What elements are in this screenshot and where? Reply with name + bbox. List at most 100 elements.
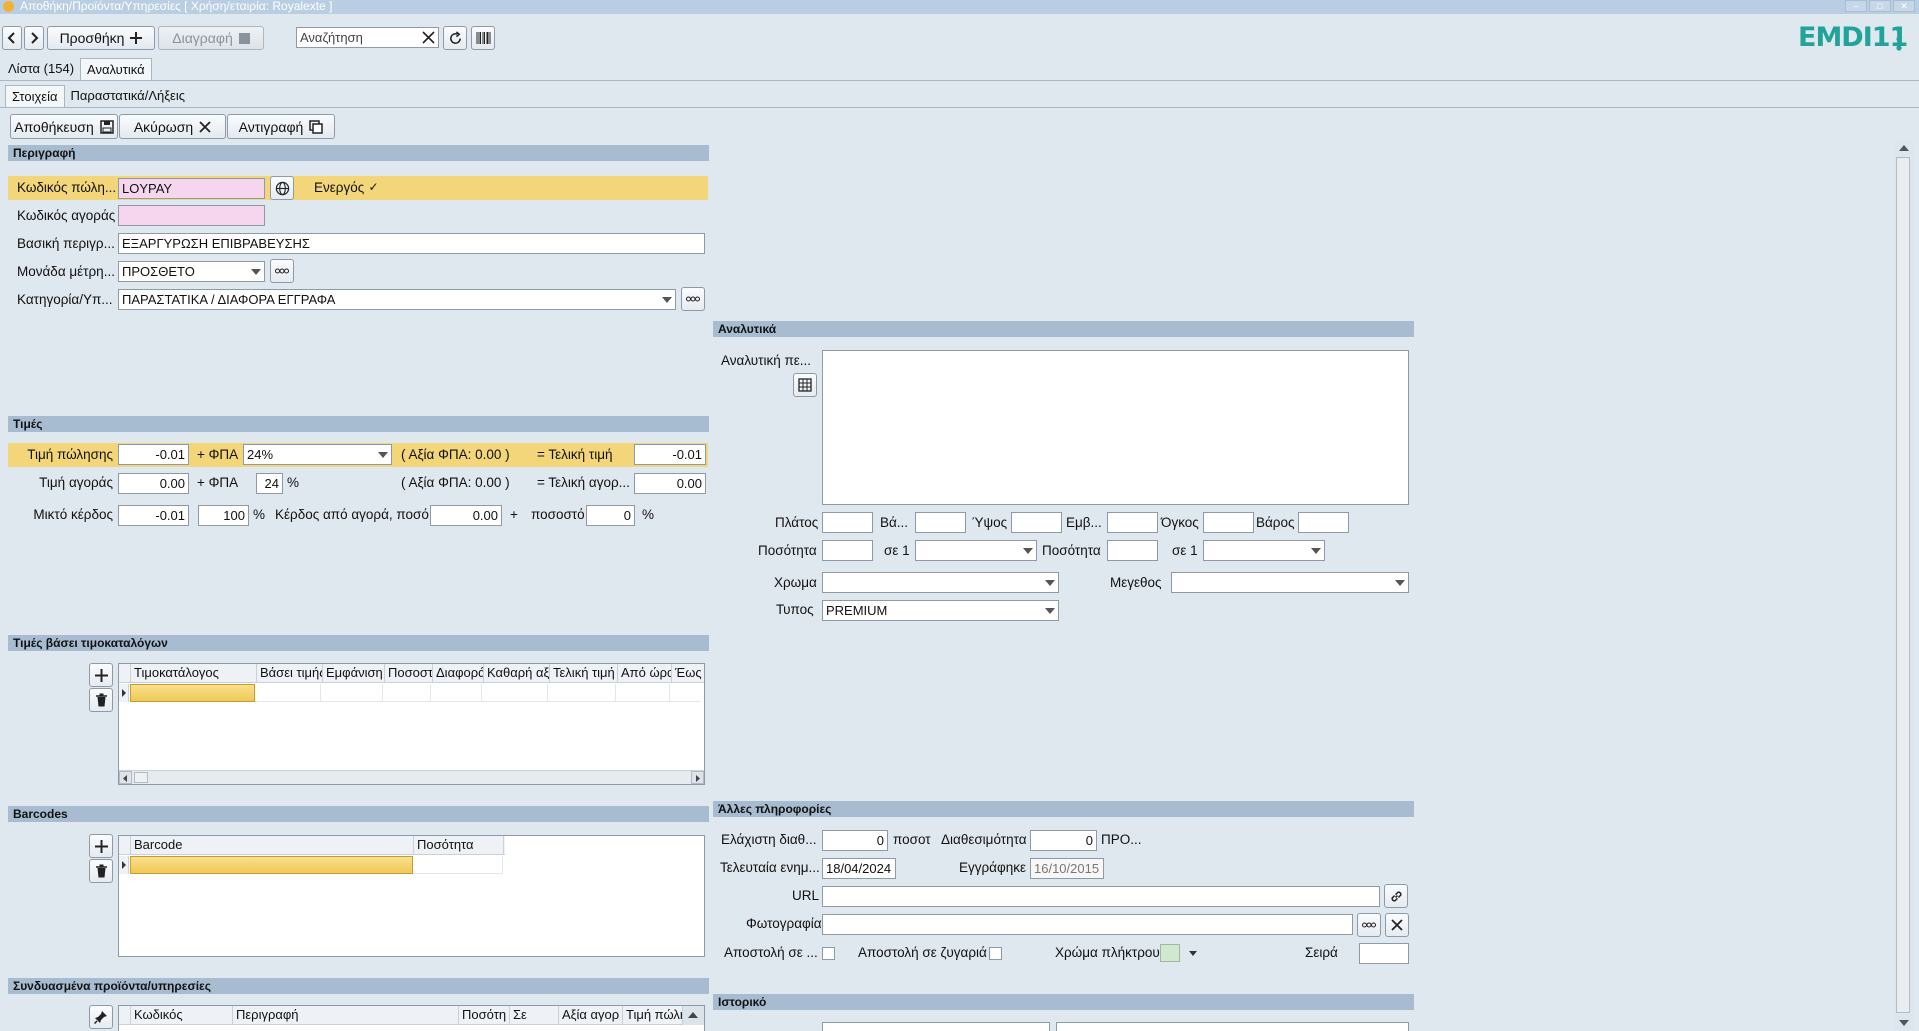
width-field[interactable] xyxy=(822,512,873,533)
tab-list[interactable]: Λίστα (154) xyxy=(2,58,80,80)
back-button[interactable] xyxy=(2,26,22,50)
order-field[interactable] xyxy=(1359,943,1409,964)
unit-select[interactable]: ΠΡΟΣΘΕΤΟ xyxy=(118,261,265,282)
barcode-scan-button[interactable] xyxy=(471,26,495,50)
delete-pricelist-row-button[interactable] xyxy=(89,688,113,712)
table-row[interactable] xyxy=(130,684,700,702)
history-field-2[interactable] xyxy=(1056,1022,1409,1031)
type-select[interactable]: PREMIUM xyxy=(822,600,1059,621)
area-field[interactable] xyxy=(1107,512,1158,533)
clear-search-icon[interactable] xyxy=(422,31,435,44)
col-percent[interactable]: Ποσοστ xyxy=(385,664,433,683)
purchase-price-field[interactable]: 0.00 xyxy=(118,473,189,494)
volume-field[interactable] xyxy=(1203,512,1254,533)
category-select[interactable]: ΠΑΡΑΣΤΑΤΙΚΑ / ΔΙΑΦΟΡΑ ΕΓΓΡΑΦΑ xyxy=(118,289,676,310)
scroll-right-button[interactable] xyxy=(691,771,704,784)
in-one-select[interactable] xyxy=(915,540,1037,561)
more-menu-button[interactable] xyxy=(1895,26,1903,52)
purchase-code-field[interactable] xyxy=(118,205,265,226)
copy-button[interactable]: Αντιγραφή xyxy=(227,114,335,139)
refresh-button[interactable] xyxy=(443,26,467,50)
save-button[interactable]: Αποθήκευση xyxy=(10,114,118,139)
col-difference[interactable]: Διαφορά xyxy=(433,664,484,683)
sale-price-field[interactable]: -0.01 xyxy=(118,444,189,465)
barcodes-grid[interactable]: Barcode Ποσότητα xyxy=(118,835,705,957)
history-field-1[interactable] xyxy=(822,1022,1050,1031)
category-more-button[interactable] xyxy=(681,287,705,311)
purchase-vat-rate-field[interactable]: 24 xyxy=(256,473,283,494)
final-price-field[interactable]: -0.01 xyxy=(634,444,706,465)
tab-details[interactable]: Στοιχεία xyxy=(5,85,65,107)
scroll-left-button[interactable] xyxy=(119,771,132,784)
gross-profit-field[interactable]: -0.01 xyxy=(118,505,189,526)
table-cell[interactable] xyxy=(548,684,616,702)
depth-field[interactable] xyxy=(915,512,966,533)
col-quantity[interactable]: Ποσότητα xyxy=(414,836,504,855)
final-purchase-field[interactable]: 0.00 xyxy=(634,473,706,494)
col-sale-price[interactable]: Τιμή πώλη xyxy=(623,1006,683,1025)
min-availability-field[interactable]: 0 xyxy=(822,830,888,851)
table-cell[interactable] xyxy=(130,856,413,874)
page-vertical-scrollbar[interactable] xyxy=(1895,140,1913,1031)
availability-field[interactable]: 0 xyxy=(1030,830,1097,851)
add-barcode-button[interactable] xyxy=(89,834,113,858)
col-purchase-value[interactable]: Αξία αγορ xyxy=(559,1006,623,1025)
in-one2-select[interactable] xyxy=(1203,540,1325,561)
last-update-field[interactable]: 18/04/2024 xyxy=(822,858,896,879)
related-products-grid[interactable]: Κωδικός Περιγραφή Ποσότη Σε Αξία αγορ Τι… xyxy=(118,1005,705,1031)
color-select[interactable] xyxy=(822,572,1059,593)
maximize-button[interactable]: □ xyxy=(1869,0,1891,12)
browse-photo-button[interactable] xyxy=(1357,913,1381,937)
pin-related-button[interactable] xyxy=(89,1005,113,1029)
basic-description-field[interactable]: ΕΞΑΡΓΥΡΩΣΗ ΕΠΙΒΡΑΒΕΥΣΗΣ xyxy=(118,233,705,254)
table-cell[interactable] xyxy=(255,684,321,702)
col-quantity[interactable]: Ποσότη xyxy=(459,1006,510,1025)
sales-code-field[interactable]: LOYPAY xyxy=(118,178,265,199)
minimize-button[interactable]: – xyxy=(1845,0,1867,12)
scroll-thumb[interactable] xyxy=(134,772,148,783)
scroll-up-button[interactable] xyxy=(683,1006,704,1025)
tab-analytics[interactable]: Αναλυτικά xyxy=(80,58,152,80)
table-cell[interactable] xyxy=(616,684,670,702)
percentage-field[interactable]: 0 xyxy=(586,505,635,526)
close-window-button[interactable]: ✕ xyxy=(1893,0,1915,12)
col-final-price[interactable]: Τελική τιμή xyxy=(550,664,618,683)
col-from-time[interactable]: Από ώρα xyxy=(618,664,672,683)
vat-rate-select[interactable]: 24% xyxy=(243,444,392,465)
table-cell[interactable] xyxy=(413,856,503,874)
scroll-up-icon[interactable] xyxy=(1898,143,1910,153)
quantity-field[interactable] xyxy=(822,540,873,561)
table-cell[interactable] xyxy=(383,684,431,702)
forward-button[interactable] xyxy=(24,26,44,50)
col-pricelist[interactable]: Τιμοκατάλογος xyxy=(131,664,257,683)
key-color-swatch[interactable] xyxy=(1160,944,1180,962)
table-cell[interactable] xyxy=(321,684,383,702)
send-to-checkbox[interactable] xyxy=(822,947,835,960)
height-field[interactable] xyxy=(1011,512,1062,533)
table-cell[interactable] xyxy=(482,684,548,702)
detailed-description-textarea[interactable] xyxy=(822,350,1409,505)
table-cell[interactable] xyxy=(431,684,482,702)
gross-profit-percent-field[interactable]: 100 xyxy=(198,505,249,526)
url-field[interactable] xyxy=(822,886,1380,907)
scroll-down-icon[interactable] xyxy=(1898,1018,1910,1028)
table-row[interactable] xyxy=(130,856,503,874)
pricelists-grid[interactable]: Τιμοκατάλογος Βάσει τιμής Εμφάνιση Ποσοσ… xyxy=(118,663,705,785)
profit-amount-field[interactable]: 0.00 xyxy=(430,505,502,526)
size-select[interactable] xyxy=(1171,572,1409,593)
key-color-dropdown-icon[interactable] xyxy=(1189,951,1197,956)
send-to-scale-checkbox[interactable] xyxy=(989,947,1002,960)
col-display[interactable]: Εμφάνιση xyxy=(323,664,385,683)
delete-button[interactable]: Διαγραφή xyxy=(158,26,264,50)
col-to-time[interactable]: Έως xyxy=(672,664,702,683)
photo-field[interactable] xyxy=(822,914,1353,935)
add-button[interactable]: Προσθήκη xyxy=(47,26,155,50)
table-cell[interactable] xyxy=(130,684,255,702)
col-in[interactable]: Σε xyxy=(510,1006,559,1025)
clear-photo-button[interactable] xyxy=(1385,913,1409,937)
delete-barcode-button[interactable] xyxy=(89,859,113,883)
tab-documents-expiry[interactable]: Παραστατικά/Λήξεις xyxy=(65,85,191,107)
col-barcode[interactable]: Barcode xyxy=(131,836,414,855)
table-editor-button[interactable] xyxy=(793,373,817,397)
col-code[interactable]: Κωδικός xyxy=(131,1006,233,1025)
